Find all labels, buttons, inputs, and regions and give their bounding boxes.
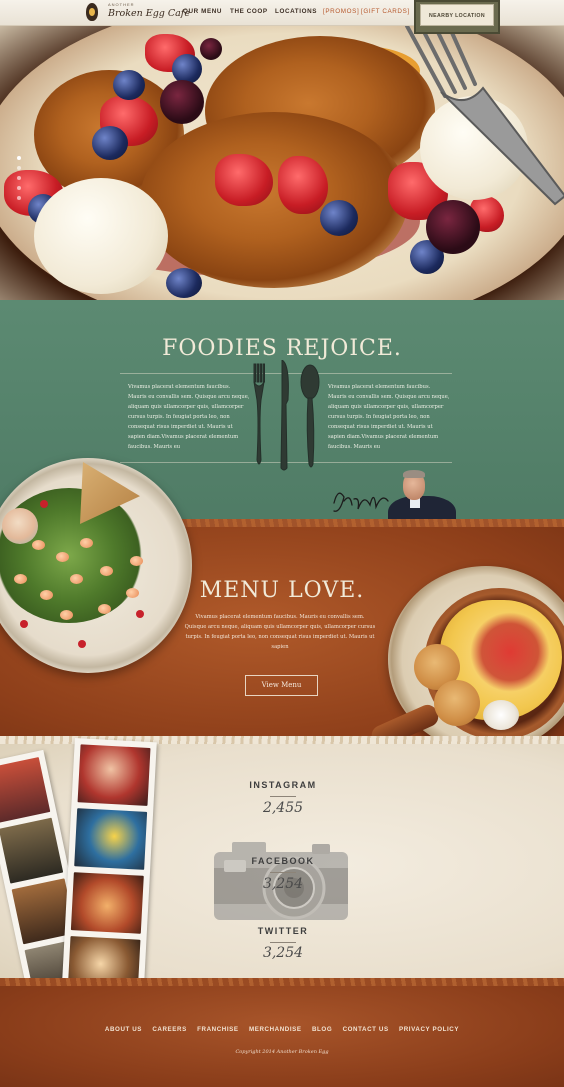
shrimp bbox=[100, 566, 113, 576]
tomato bbox=[40, 500, 48, 508]
shrimp bbox=[80, 538, 93, 548]
nav-our-menu[interactable]: OUR MENU bbox=[183, 8, 222, 15]
nearby-location-button[interactable]: NEARBY LOCATION bbox=[414, 0, 500, 34]
footer-link-contact-us[interactable]: CONTACT US bbox=[343, 1026, 389, 1033]
instagram-count: 2,455 bbox=[262, 800, 304, 816]
fork-icon bbox=[405, 26, 564, 206]
shrimp bbox=[60, 610, 73, 620]
nav-gift-cards[interactable]: [GIFT CARDS] bbox=[361, 8, 410, 15]
nearby-location-frame: NEARBY LOCATION bbox=[420, 4, 494, 26]
chef-signature bbox=[333, 492, 389, 512]
tomato bbox=[20, 620, 28, 628]
divider-line bbox=[270, 942, 296, 943]
egg-logo-icon bbox=[86, 3, 98, 21]
blackberry bbox=[200, 38, 222, 60]
footer-link-blog[interactable]: BLOG bbox=[312, 1026, 332, 1033]
shrimp bbox=[40, 590, 53, 600]
cutlery-icon bbox=[253, 360, 320, 471]
photo-strip-front bbox=[61, 738, 157, 1004]
footer-link-privacy-policy[interactable]: PRIVACY POLICY bbox=[399, 1026, 459, 1033]
blackberry bbox=[160, 80, 204, 124]
shrimp bbox=[98, 604, 111, 614]
foodies-title: FOODIES REJOICE. bbox=[162, 336, 402, 361]
facebook-label[interactable]: FACEBOOK bbox=[200, 856, 366, 866]
divider-line bbox=[270, 796, 296, 797]
shrimp bbox=[56, 552, 69, 562]
strip-photo-instagram[interactable] bbox=[70, 872, 144, 934]
instagram-label[interactable]: INSTAGRAM bbox=[200, 780, 366, 790]
slide-dot[interactable] bbox=[17, 186, 21, 190]
logo[interactable]: ANOTHER Broken Egg Cafe bbox=[86, 2, 190, 24]
blueberry bbox=[166, 268, 202, 298]
strip-photo bbox=[0, 756, 51, 823]
tomato bbox=[136, 610, 144, 618]
tomato bbox=[78, 640, 86, 648]
nearby-location-label: NEARBY LOCATION bbox=[429, 13, 485, 19]
french-toast-front bbox=[140, 112, 408, 288]
slide-dot[interactable] bbox=[17, 156, 21, 160]
chef-hair bbox=[403, 470, 425, 478]
nav-the-coop[interactable]: THE COOP bbox=[230, 8, 268, 15]
foodies-paragraph-right: Vivamus placerat elementum faucibus. Mau… bbox=[328, 384, 450, 450]
strip-photo-instagram[interactable] bbox=[74, 808, 148, 870]
nav-locations[interactable]: LOCATIONS bbox=[275, 8, 317, 15]
blackberry bbox=[426, 200, 480, 254]
english-muffin bbox=[434, 680, 480, 726]
footer-nav: ABOUT US CAREERS FRANCHISE MERCHANDISE B… bbox=[0, 1026, 564, 1033]
blueberry bbox=[92, 126, 128, 160]
footer-link-merchandise[interactable]: MERCHANDISE bbox=[249, 1026, 302, 1033]
foodies-paragraph-left: Vivamus placerat elementum faucibus. Mau… bbox=[128, 384, 250, 450]
slide-pagination bbox=[17, 156, 21, 206]
logo-name: Broken Egg Cafe bbox=[108, 8, 190, 19]
twitter-label[interactable]: TWITTER bbox=[200, 926, 366, 936]
slide-dot[interactable] bbox=[17, 176, 21, 180]
copyright-text: Copyright 2014 Another Broken Egg bbox=[235, 1049, 329, 1055]
menu-love-paragraph: Vivamus placerat elementum faucibus. Mau… bbox=[184, 614, 376, 650]
hero-image bbox=[0, 26, 564, 300]
blueberry bbox=[113, 70, 145, 100]
slide-dot[interactable] bbox=[17, 166, 21, 170]
shrimp bbox=[130, 556, 143, 566]
dipping-sauce bbox=[2, 508, 38, 544]
strip-photo-instagram[interactable] bbox=[77, 744, 151, 806]
twitter-count: 3,254 bbox=[262, 945, 304, 961]
blueberry bbox=[320, 200, 358, 236]
shrimp bbox=[70, 574, 83, 584]
shrimp bbox=[14, 574, 27, 584]
sour-cream bbox=[483, 700, 519, 730]
shrimp bbox=[32, 540, 45, 550]
view-menu-button[interactable]: View Menu bbox=[245, 675, 318, 696]
menu-love-title: MENU LOVE. bbox=[199, 578, 365, 603]
whipped-cream bbox=[34, 178, 168, 294]
facebook-count: 3,254 bbox=[262, 876, 304, 892]
nav-promos[interactable]: [PROMOS] bbox=[323, 8, 359, 15]
footer-link-careers[interactable]: CAREERS bbox=[152, 1026, 186, 1033]
site-footer bbox=[0, 978, 564, 1087]
salsa-topping bbox=[470, 612, 550, 692]
slide-dot[interactable] bbox=[17, 196, 21, 200]
strip-photo bbox=[0, 817, 64, 884]
logo-tagline: ANOTHER bbox=[108, 2, 135, 7]
divider-line bbox=[270, 872, 296, 873]
footer-link-about-us[interactable]: ABOUT US bbox=[105, 1026, 142, 1033]
footer-link-franchise[interactable]: FRANCHISE bbox=[197, 1026, 239, 1033]
